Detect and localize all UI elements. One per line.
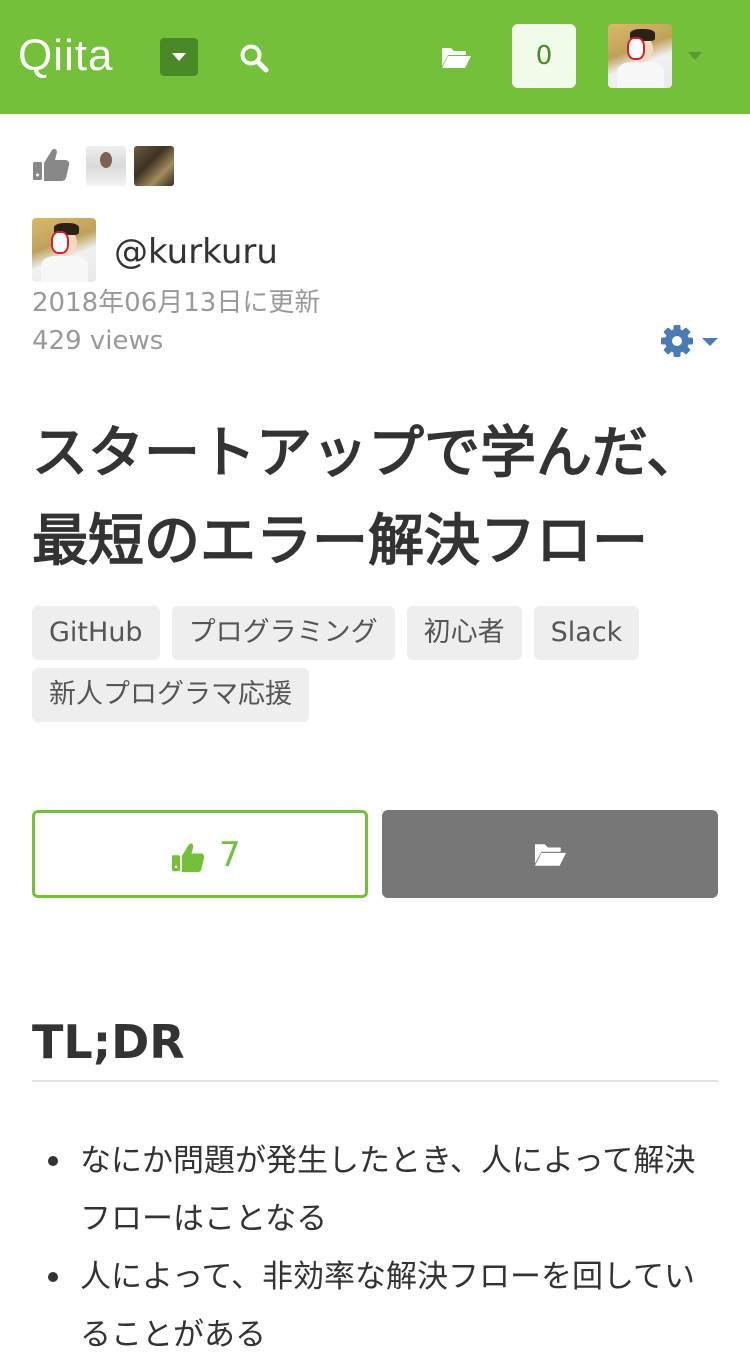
user-menu-caret-icon[interactable]: [688, 52, 702, 60]
tag-github[interactable]: GitHub: [32, 606, 160, 660]
article-title-line: 最短のエラー解決フロー: [32, 509, 648, 574]
user-avatar[interactable]: [608, 24, 672, 88]
section-heading: TL;DR: [32, 1015, 185, 1069]
list-item: なにか問題が発生したとき、人によって解決フローはことなる: [32, 1132, 718, 1248]
tag-programming[interactable]: プログラミング: [171, 606, 395, 660]
tag-beginner[interactable]: 初心者: [406, 606, 522, 660]
liker-avatar[interactable]: [134, 146, 174, 186]
liker-avatar[interactable]: [86, 146, 126, 186]
tag-slack[interactable]: Slack: [533, 606, 640, 660]
logo-dropdown-button[interactable]: [160, 38, 198, 76]
like-count: 7: [219, 835, 241, 875]
list-item: 人によって、非効率な解決フローを回していることがある: [32, 1248, 718, 1364]
search-icon[interactable]: [238, 42, 270, 74]
tag-list: GitHub プログラミング 初心者 Slack 新人プログラマ応援: [32, 606, 722, 730]
top-navbar: Qiita 0: [0, 0, 750, 114]
gear-icon[interactable]: [660, 322, 720, 360]
author-username[interactable]: @kurkuru: [114, 230, 278, 274]
qiita-logo[interactable]: Qiita: [18, 28, 113, 84]
view-count: 429 views: [32, 326, 164, 356]
notification-count-button[interactable]: 0: [512, 24, 576, 88]
author-avatar[interactable]: [32, 218, 96, 282]
thumbs-up-icon: [33, 148, 70, 181]
tag-new-programmer[interactable]: 新人プログラマ応援: [32, 668, 309, 722]
like-button[interactable]: 7: [32, 810, 368, 898]
article-title-line: スタートアップで学んだ、: [32, 421, 703, 486]
heading-divider: [32, 1080, 718, 1082]
bullet-list: なにか問題が発生したとき、人によって解決フローはことなる 人によって、非効率な解…: [32, 1132, 718, 1364]
thumbs-up-icon: [172, 843, 205, 873]
updated-date: 2018年06月13日に更新: [32, 288, 321, 318]
folder-open-icon[interactable]: [440, 44, 472, 72]
folder-open-icon: [535, 844, 567, 866]
stock-button[interactable]: [382, 810, 718, 898]
article-title: スタートアップで学んだ、 最短のエラー解決フロー: [32, 410, 722, 586]
